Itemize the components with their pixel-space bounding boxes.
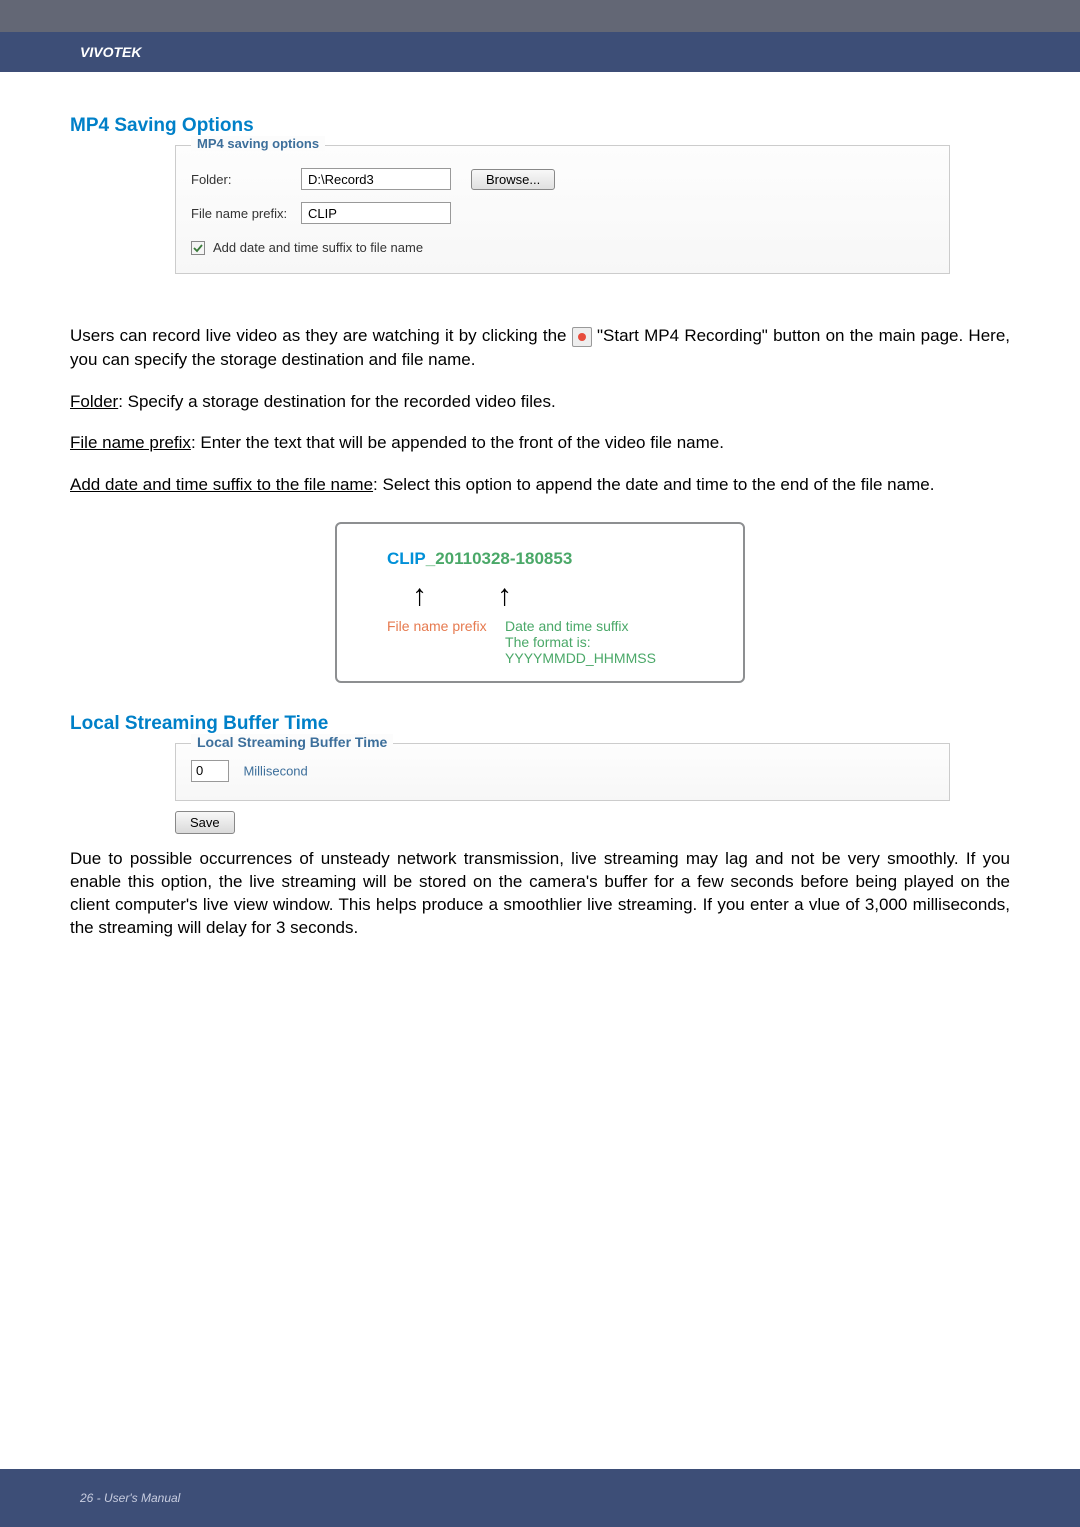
buffer-input[interactable]: [191, 760, 229, 782]
footer-bar: 26 - User's Manual: [0, 1469, 1080, 1527]
buffer-fieldset: Local Streaming Buffer Time Millisecond: [175, 743, 950, 801]
arrows-row: ↑ ↑: [412, 579, 723, 613]
prefix-term: File name prefix: [70, 433, 191, 452]
paragraph-2: Folder: Specify a storage destination fo…: [70, 390, 1010, 414]
buffer-unit-label: Millisecond: [243, 763, 307, 778]
check-icon: [193, 243, 203, 253]
buffer-section-title: Local Streaming Buffer Time: [70, 713, 1010, 735]
illus-label-prefix: File name prefix: [387, 618, 505, 666]
header-bar: VIVOTEK: [0, 32, 1080, 72]
para4b: : Select this option to append the date …: [373, 475, 934, 494]
buffer-legend: Local Streaming Buffer Time: [191, 734, 393, 750]
brand-text: VIVOTEK: [80, 44, 141, 60]
top-bar: [0, 0, 1080, 32]
filename-illustration: CLIP_20110328-180853 ↑ ↑ File name prefi…: [335, 522, 745, 683]
folder-input[interactable]: [301, 168, 451, 190]
footer-text: 26 - User's Manual: [80, 1491, 180, 1505]
clip-suffix-text: _20110328-180853: [426, 549, 573, 568]
mp4-section-title: MP4 Saving Options: [70, 115, 1010, 137]
illus-label-suffix: Date and time suffix The format is: YYYY…: [505, 618, 723, 666]
suffix-checkbox[interactable]: [191, 241, 205, 255]
arrow-up-icon: ↑: [497, 579, 512, 613]
prefix-label: File name prefix:: [191, 206, 301, 221]
record-icon: [572, 327, 592, 347]
paragraph-5: Due to possible occurrences of unsteady …: [70, 848, 1010, 940]
clip-example: CLIP_20110328-180853: [387, 549, 723, 569]
browse-button[interactable]: Browse...: [471, 169, 555, 190]
illus-label-suffix-line1: Date and time suffix: [505, 618, 723, 634]
illustration-labels: File name prefix Date and time suffix Th…: [387, 618, 723, 666]
para2b: : Specify a storage destination for the …: [118, 392, 556, 411]
content-area: MP4 Saving Options MP4 saving options Fo…: [70, 115, 1010, 940]
folder-row: Folder: Browse...: [191, 168, 934, 190]
mp4-fieldset-legend: MP4 saving options: [191, 136, 325, 151]
record-dot-icon: [578, 333, 586, 341]
folder-term: Folder: [70, 392, 118, 411]
prefix-row: File name prefix:: [191, 202, 934, 224]
arrow-up-icon: ↑: [412, 579, 427, 613]
paragraph-4: Add date and time suffix to the file nam…: [70, 473, 1010, 497]
mp4-options-fieldset: MP4 saving options Folder: Browse... Fil…: [175, 145, 950, 274]
para1a: Users can record live video as they are …: [70, 326, 572, 345]
para3b: : Enter the text that will be appended t…: [191, 433, 724, 452]
clip-prefix-text: CLIP: [387, 549, 426, 568]
save-button[interactable]: Save: [175, 811, 235, 834]
suffix-term: Add date and time suffix to the file nam…: [70, 475, 373, 494]
suffix-checkbox-label: Add date and time suffix to file name: [213, 240, 423, 255]
paragraph-1: Users can record live video as they are …: [70, 324, 1010, 372]
paragraph-3: File name prefix: Enter the text that wi…: [70, 431, 1010, 455]
folder-label: Folder:: [191, 172, 301, 187]
illus-label-suffix-line2: The format is: YYYYMMDD_HHMMSS: [505, 634, 723, 666]
suffix-checkbox-row: Add date and time suffix to file name: [191, 240, 934, 255]
prefix-input[interactable]: [301, 202, 451, 224]
save-row: Save: [175, 811, 1010, 834]
